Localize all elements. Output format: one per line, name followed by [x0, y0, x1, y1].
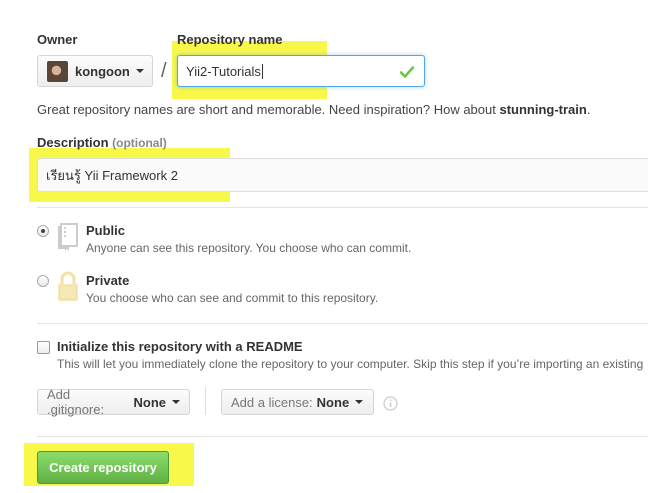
gitignore-dropdown[interactable]: Add .gitignore: None: [37, 387, 190, 417]
readme-title: Initialize this repository with a README: [57, 339, 303, 354]
chevron-down-icon: [355, 400, 364, 404]
chevron-down-icon: [135, 69, 144, 73]
public-description: Anyone can see this repository. You choo…: [86, 241, 412, 255]
create-repository-button[interactable]: Create repository: [37, 451, 169, 484]
private-radio[interactable]: [37, 275, 49, 287]
select-separator: [205, 387, 206, 415]
repo-book-icon: [58, 223, 78, 251]
public-title: Public: [86, 223, 126, 238]
license-dropdown[interactable]: Add a license: None: [221, 389, 374, 415]
repo-name-hint: Great repository names are short and mem…: [37, 102, 590, 117]
license-label: Add a license:: [231, 394, 313, 410]
owner-dropdown[interactable]: kongoon: [37, 55, 153, 87]
hint-end: .: [586, 102, 591, 117]
owner-name: kongoon: [75, 63, 130, 79]
divider: [37, 207, 648, 208]
private-title: Private: [86, 273, 130, 288]
divider: [37, 323, 648, 324]
lock-icon: [58, 271, 78, 301]
description-label-text: Description: [37, 135, 109, 150]
checkmark-icon: [400, 66, 414, 78]
chevron-down-icon: [172, 400, 180, 404]
readme-checkbox[interactable]: [37, 341, 50, 354]
description-label: Description (optional): [37, 135, 167, 150]
description-input[interactable]: เรียนรู้ Yii Framework 2: [37, 158, 648, 192]
gitignore-value: None: [133, 394, 167, 410]
divider: [37, 436, 648, 437]
license-value: None: [316, 394, 350, 410]
info-icon[interactable]: [383, 396, 398, 411]
owner-repo-separator: /: [161, 60, 167, 82]
private-description: You choose who can see and commit to thi…: [86, 291, 379, 305]
description-value: เรียนรู้ Yii Framework 2: [46, 167, 178, 183]
repo-name-input[interactable]: Yii2-Tutorials: [177, 55, 425, 87]
name-suggestion-link[interactable]: stunning-train: [499, 102, 586, 117]
gitignore-label: Add .gitignore:: [47, 387, 105, 417]
owner-label: Owner: [37, 32, 78, 47]
hint-text: Great repository names are short and mem…: [37, 102, 500, 117]
avatar: [47, 60, 68, 82]
readme-description: This will let you immediately clone the …: [57, 357, 644, 371]
public-radio[interactable]: [37, 225, 49, 237]
repo-name-value: Yii2-Tutorials: [186, 63, 263, 79]
repo-name-label: Repository name: [177, 32, 283, 47]
optional-tag: (optional): [112, 136, 167, 150]
